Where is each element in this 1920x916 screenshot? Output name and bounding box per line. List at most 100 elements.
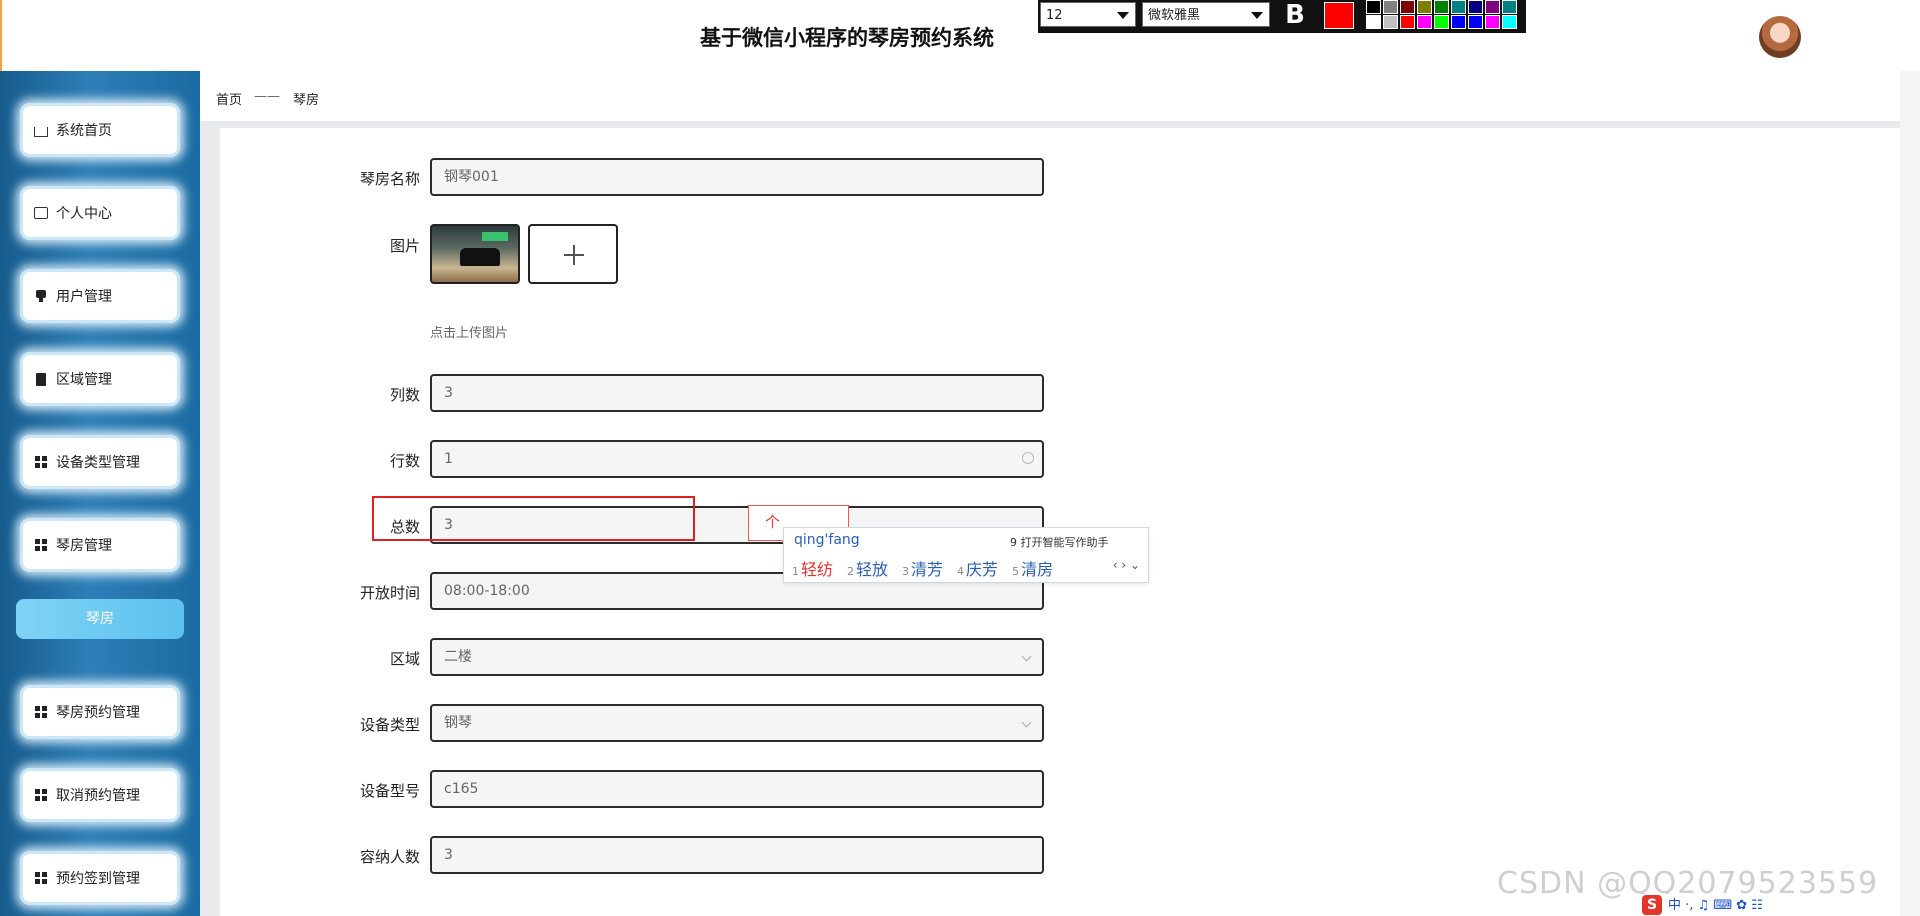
color-swatch[interactable] bbox=[1485, 15, 1500, 29]
ime-candidate-popup: qing'fang 9 打开智能写作助手 1 轻纺 2 轻放 3 清芳 4 庆芳 5 清房 ‹ ›… bbox=[783, 527, 1149, 583]
ime-candidate[interactable]: 5 清房 bbox=[1012, 556, 1053, 580]
sidebar-item-bookings[interactable]: 琴房预约管理 bbox=[20, 685, 180, 739]
device-type-value: 钢琴 bbox=[444, 715, 472, 731]
capacity-label: 容纳人数 bbox=[359, 848, 420, 866]
ime-assistant-link[interactable]: 9 打开智能写作助手 bbox=[1010, 534, 1109, 550]
ime-preedit-text: 个 bbox=[765, 513, 781, 531]
columns-label: 列数 bbox=[389, 386, 420, 404]
image-label: 图片 bbox=[389, 237, 420, 255]
device-model-label: 设备型号 bbox=[359, 782, 420, 800]
app-title: 基于微信小程序的琴房预约系统 bbox=[700, 26, 994, 50]
ime-pinyin: qing'fang bbox=[794, 532, 860, 548]
color-swatch[interactable] bbox=[1434, 0, 1449, 14]
grid-icon bbox=[34, 788, 48, 802]
sidebar-item-users[interactable]: 用户管理 bbox=[20, 269, 180, 323]
breadcrumb-home[interactable]: 首页 bbox=[216, 89, 242, 108]
top-bar: 基于微信小程序的琴房预约系统 bbox=[0, 0, 1920, 72]
ime-status-tray: S 中 ·, ♫ ⌨ ✿ ☷ bbox=[1642, 894, 1814, 916]
area-select[interactable]: 二楼 bbox=[430, 638, 1044, 676]
area-label: 区域 bbox=[389, 650, 420, 668]
ime-candidate-number: 4 bbox=[957, 565, 965, 578]
sidebar-item-label: 设备类型管理 bbox=[56, 455, 140, 471]
color-swatch[interactable] bbox=[1366, 0, 1381, 14]
ime-page-nav[interactable]: ‹ › ⌄ bbox=[1113, 558, 1140, 572]
color-swatch[interactable] bbox=[1502, 15, 1517, 29]
rows-value: 1 bbox=[444, 451, 453, 467]
color-swatch[interactable] bbox=[1451, 0, 1466, 14]
device-type-select[interactable]: 钢琴 bbox=[430, 704, 1044, 742]
ime-candidate-list: 1 轻纺 2 轻放 3 清芳 4 庆芳 5 清房 bbox=[792, 556, 1067, 580]
sidebar-item-cancellations[interactable]: 取消预约管理 bbox=[20, 768, 180, 822]
chevron-down-icon bbox=[1021, 651, 1032, 662]
room-name-label: 琴房名称 bbox=[359, 170, 420, 188]
color-swatch[interactable] bbox=[1468, 15, 1483, 29]
sidebar-item-profile[interactable]: 个人中心 bbox=[20, 186, 180, 240]
scrollbar-track[interactable] bbox=[1900, 71, 1920, 916]
sidebar-subitem-room[interactable]: 琴房 bbox=[16, 599, 184, 639]
upload-image-button[interactable] bbox=[528, 224, 618, 284]
sidebar-item-label: 用户管理 bbox=[56, 289, 112, 305]
ime-candidate-text: 轻纺 bbox=[801, 560, 834, 579]
sidebar-item-areas[interactable]: 区域管理 bbox=[20, 352, 180, 406]
sidebar-item-label: 琴房管理 bbox=[56, 538, 112, 554]
color-swatch[interactable] bbox=[1434, 15, 1449, 29]
breadcrumb: 首页 —— 琴房 bbox=[200, 71, 1920, 121]
chevron-down-icon bbox=[1251, 12, 1263, 19]
color-swatch[interactable] bbox=[1400, 15, 1415, 29]
ime-tray-icons[interactable]: 中 ·, ♫ ⌨ ✿ ☷ bbox=[1668, 898, 1763, 913]
card-icon bbox=[34, 207, 48, 219]
columns-field[interactable]: 3 bbox=[430, 374, 1044, 412]
user-avatar[interactable] bbox=[1759, 16, 1801, 58]
area-value: 二楼 bbox=[444, 649, 472, 665]
ime-candidate[interactable]: 4 庆芳 bbox=[957, 556, 998, 580]
capacity-field[interactable]: 3 bbox=[430, 836, 1044, 874]
rows-field[interactable]: 1 bbox=[430, 440, 1044, 478]
sidebar-item-device-types[interactable]: 设备类型管理 bbox=[20, 435, 180, 489]
color-swatch[interactable] bbox=[1502, 0, 1517, 14]
device-model-field[interactable]: c165 bbox=[430, 770, 1044, 808]
ime-candidate[interactable]: 2 轻放 bbox=[847, 556, 888, 580]
current-color-swatch[interactable] bbox=[1324, 2, 1354, 29]
rows-label: 行数 bbox=[389, 452, 420, 470]
sidebar-item-home[interactable]: 系统首页 bbox=[20, 103, 180, 157]
window-edge bbox=[0, 0, 2, 71]
uploaded-image-thumbnail[interactable] bbox=[430, 224, 520, 284]
grid-icon bbox=[34, 538, 48, 552]
color-swatch[interactable] bbox=[1468, 0, 1483, 14]
ime-candidate-text: 轻放 bbox=[856, 560, 889, 579]
font-family-value: 微软雅黑 bbox=[1148, 8, 1201, 23]
color-swatch[interactable] bbox=[1383, 0, 1398, 14]
text-annotation-toolbar: 12 微软雅黑 B bbox=[1038, 0, 1526, 33]
sidebar-item-rooms[interactable]: 琴房管理 bbox=[20, 518, 180, 572]
ime-candidate-text: 清芳 bbox=[911, 560, 944, 579]
chevron-down-icon bbox=[1021, 717, 1032, 728]
font-family-select[interactable]: 微软雅黑 bbox=[1142, 2, 1270, 27]
clipboard-icon bbox=[34, 372, 48, 386]
room-name-field[interactable]: 钢琴001 bbox=[430, 158, 1044, 196]
open-hours-label: 开放时间 bbox=[359, 584, 420, 602]
color-swatch[interactable] bbox=[1417, 0, 1432, 14]
sidebar-item-label: 琴房预约管理 bbox=[56, 705, 140, 721]
ime-candidate[interactable]: 1 轻纺 bbox=[792, 556, 833, 580]
stepper-icon[interactable] bbox=[1022, 452, 1034, 464]
color-swatch[interactable] bbox=[1417, 15, 1432, 29]
color-swatch[interactable] bbox=[1451, 15, 1466, 29]
color-swatch[interactable] bbox=[1400, 0, 1415, 14]
device-type-label: 设备类型 bbox=[359, 716, 420, 734]
ime-candidate-text: 庆芳 bbox=[966, 560, 999, 579]
ime-candidate-number: 3 bbox=[902, 565, 910, 578]
color-swatch[interactable] bbox=[1366, 15, 1381, 29]
sidebar-item-label: 取消预约管理 bbox=[56, 788, 140, 804]
font-size-select[interactable]: 12 bbox=[1040, 2, 1136, 27]
ime-candidate-text: 清房 bbox=[1021, 560, 1054, 579]
ime-candidate[interactable]: 3 清芳 bbox=[902, 556, 943, 580]
sogou-logo-icon[interactable]: S bbox=[1642, 895, 1662, 915]
bold-button[interactable]: B bbox=[1280, 0, 1310, 30]
sidebar-item-checkins[interactable]: 预约签到管理 bbox=[20, 851, 180, 905]
user-icon bbox=[34, 289, 48, 303]
home-icon bbox=[34, 127, 48, 137]
color-swatch[interactable] bbox=[1383, 15, 1398, 29]
color-swatch[interactable] bbox=[1485, 0, 1500, 14]
grid-icon bbox=[34, 871, 48, 885]
ime-candidate-number: 1 bbox=[792, 565, 799, 578]
